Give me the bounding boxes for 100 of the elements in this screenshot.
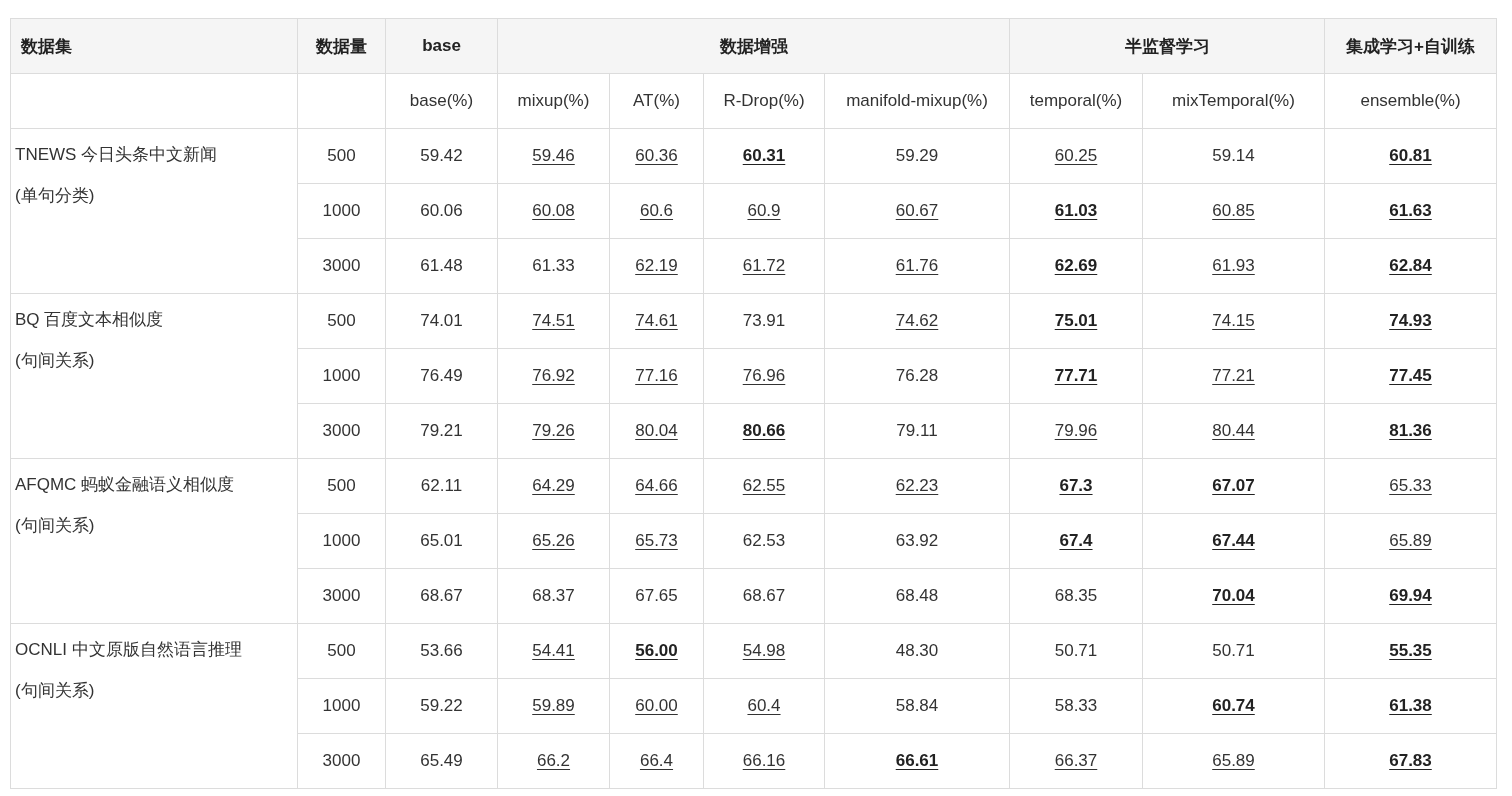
table-cell: 60.81 xyxy=(1389,146,1432,166)
table-cell: 500 xyxy=(297,128,386,184)
column-subheader: ensemble(%) xyxy=(1324,73,1497,129)
table-cell: 55.35 xyxy=(1389,641,1432,661)
table-cell: 60.67 xyxy=(895,201,939,221)
table-cell: 1000 xyxy=(297,183,386,239)
table-cell: 59.29 xyxy=(895,146,939,166)
table-cell: 60.74 xyxy=(1212,696,1255,716)
table-cell: 74.15 xyxy=(1212,311,1255,331)
table-cell: 68.67 xyxy=(742,586,786,606)
table-cell: 59.14 xyxy=(1212,146,1255,166)
table-cell: 74.62 xyxy=(895,311,939,331)
table-cell: 62.53 xyxy=(742,531,786,551)
table-cell: 60.31 xyxy=(742,146,786,166)
table-cell: 76.96 xyxy=(742,366,786,386)
table-cell: 79.11 xyxy=(896,421,938,441)
table-cell: 61.38 xyxy=(1389,696,1432,716)
table-cell: 61.03 xyxy=(1054,201,1098,221)
table-cell: 54.98 xyxy=(742,641,786,661)
column-header: 集成学习+自训练 xyxy=(1324,18,1497,74)
table-cell: 74.61 xyxy=(635,311,678,331)
column-subheader: mixTemporal(%) xyxy=(1142,73,1325,129)
table-cell: 74.51 xyxy=(532,311,575,331)
table-cell: 70.04 xyxy=(1212,586,1255,606)
table-cell: 60.9 xyxy=(747,201,781,221)
table-cell: 61.48 xyxy=(420,256,463,276)
table-cell: 68.35 xyxy=(1054,586,1098,606)
table-cell: 65.89 xyxy=(1389,531,1432,551)
table-cell: 62.55 xyxy=(742,476,786,496)
table-cell: 500 xyxy=(297,293,386,349)
dataset-category: (句间关系) xyxy=(15,350,96,372)
table-cell: 74.01 xyxy=(420,311,463,331)
table-cell: 62.19 xyxy=(635,256,678,276)
table-cell: 500 xyxy=(297,623,386,679)
table-cell: 61.33 xyxy=(532,256,575,276)
table-cell: 73.91 xyxy=(742,311,786,331)
table-cell: 80.66 xyxy=(742,421,786,441)
column-header: 数据量 xyxy=(297,18,386,74)
table-cell: 67.83 xyxy=(1389,751,1432,771)
table-cell: 67.07 xyxy=(1212,476,1255,496)
table-cell: 68.48 xyxy=(895,586,939,606)
table-cell: 60.00 xyxy=(635,696,678,716)
table-cell: 48.30 xyxy=(895,641,939,661)
column-subheader: AT(%) xyxy=(609,73,704,129)
column-header: 数据集 xyxy=(10,18,298,74)
table-cell: 79.96 xyxy=(1054,421,1098,441)
table-cell: 61.63 xyxy=(1389,201,1432,221)
table-cell: 60.36 xyxy=(635,146,678,166)
table-cell: 65.01 xyxy=(420,531,463,551)
table-cell: 80.44 xyxy=(1212,421,1255,441)
table-cell: 60.6 xyxy=(639,201,674,221)
table-cell: 61.72 xyxy=(742,256,786,276)
column-subheader: temporal(%) xyxy=(1009,73,1143,129)
table-cell: 67.65 xyxy=(635,586,678,606)
table-cell: 50.71 xyxy=(1054,641,1098,661)
table-cell: 66.2 xyxy=(536,751,571,771)
column-header: base xyxy=(385,18,498,74)
column-subheader: R-Drop(%) xyxy=(703,73,825,129)
column-header: 半监督学习 xyxy=(1009,18,1325,74)
table-cell: 65.33 xyxy=(1389,476,1432,496)
table-cell: 60.08 xyxy=(532,201,575,221)
column-subheader: manifold-mixup(%) xyxy=(824,73,1010,129)
table-cell: 68.37 xyxy=(532,586,575,606)
table-cell: 60.85 xyxy=(1212,201,1255,221)
table-cell: 76.92 xyxy=(532,366,575,386)
table-cell: 79.26 xyxy=(532,421,575,441)
column-subheader: mixup(%) xyxy=(497,73,610,129)
table-cell: 62.84 xyxy=(1389,256,1432,276)
table-cell: 53.66 xyxy=(420,641,463,661)
table-cell: 66.16 xyxy=(742,751,786,771)
table-cell: 65.49 xyxy=(420,751,463,771)
table-cell: 64.29 xyxy=(532,476,575,496)
table-cell: 500 xyxy=(297,458,386,514)
table-cell: 59.42 xyxy=(420,146,463,166)
table-cell: 63.92 xyxy=(895,531,939,551)
table-cell: 76.28 xyxy=(895,366,939,386)
table-cell: 58.84 xyxy=(895,696,939,716)
table-cell: 64.66 xyxy=(635,476,678,496)
table-cell: 77.45 xyxy=(1389,366,1432,386)
table-cell: 79.21 xyxy=(420,421,463,441)
dataset-category: (句间关系) xyxy=(15,515,96,537)
table-cell: 67.4 xyxy=(1059,531,1093,551)
table-cell: 67.44 xyxy=(1212,531,1255,551)
table-cell: 66.37 xyxy=(1054,751,1098,771)
table-cell: 1000 xyxy=(297,348,386,404)
dataset-name: OCNLI 中文原版自然语言推理 xyxy=(15,639,243,661)
dataset-name: BQ 百度文本相似度 xyxy=(15,309,165,331)
table-cell: 58.33 xyxy=(1054,696,1098,716)
table-cell: 77.16 xyxy=(635,366,678,386)
table-cell: 65.73 xyxy=(635,531,678,551)
table-cell: 62.23 xyxy=(895,476,939,496)
table-cell: 60.06 xyxy=(420,201,463,221)
table-cell: 62.11 xyxy=(420,476,463,496)
table-cell: 75.01 xyxy=(1054,311,1098,331)
table-cell: 76.49 xyxy=(420,366,463,386)
dataset-category: (单句分类) xyxy=(15,185,96,207)
table-cell: 65.89 xyxy=(1212,751,1255,771)
table-cell: 3000 xyxy=(297,733,386,789)
dataset-name: AFQMC 蚂蚁金融语义相似度 xyxy=(15,474,236,496)
table-cell: 66.61 xyxy=(895,751,939,771)
